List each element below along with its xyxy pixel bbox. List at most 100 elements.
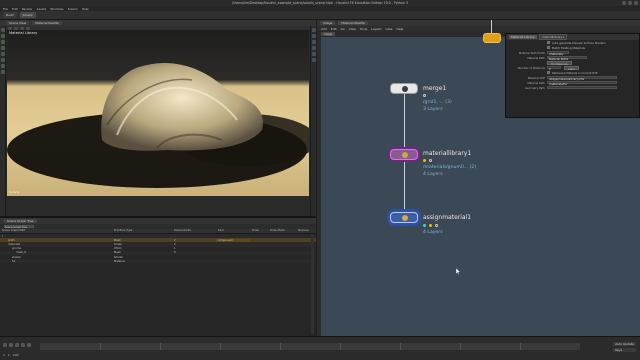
end-frame[interactable]: 240 bbox=[13, 353, 19, 357]
col-draw[interactable]: Draw bbox=[250, 229, 268, 233]
select-tool-icon[interactable] bbox=[1, 28, 5, 32]
lock-flag-icon[interactable] bbox=[435, 224, 438, 227]
shading-icon[interactable] bbox=[312, 34, 316, 38]
row-path: shader bbox=[12, 255, 21, 259]
param-node-type: Material Library bbox=[509, 35, 537, 39]
menu-file[interactable]: File bbox=[3, 7, 8, 11]
col-purpose[interactable]: Purpose bbox=[296, 229, 316, 233]
network-path-chip[interactable]: stage bbox=[321, 32, 336, 36]
net-menu-tools[interactable]: Tools bbox=[360, 27, 367, 31]
materiallibrary1-node[interactable] bbox=[390, 149, 418, 160]
timeline-track[interactable] bbox=[40, 343, 580, 350]
play-icon[interactable] bbox=[15, 343, 19, 347]
last-frame-icon[interactable] bbox=[27, 343, 31, 347]
tab-network-material-palette[interactable]: Material Palette bbox=[338, 21, 368, 25]
menu-edit[interactable]: Edit bbox=[12, 7, 18, 11]
tab-stage[interactable]: /stage bbox=[320, 21, 336, 25]
start-frame[interactable]: 1 bbox=[8, 353, 10, 357]
shelf-tab-solaris[interactable]: Solaris bbox=[19, 12, 36, 18]
net-menu-labs[interactable]: Labs bbox=[386, 27, 393, 31]
col-descendants[interactable]: Descendants bbox=[172, 229, 216, 233]
param-field[interactable]: /stage/materiallibrary1/fur bbox=[547, 75, 617, 81]
timeline-tick bbox=[520, 343, 521, 350]
col-path[interactable]: Scene Graph Path bbox=[0, 229, 112, 233]
param-checkbox[interactable] bbox=[547, 41, 550, 44]
net-menu-go[interactable]: Go bbox=[341, 27, 345, 31]
maximize-icon[interactable] bbox=[628, 1, 632, 5]
frame-icon[interactable] bbox=[312, 58, 316, 62]
param-field[interactable] bbox=[547, 85, 617, 90]
net-menu-view[interactable]: View bbox=[349, 27, 356, 31]
rotate-tool-icon[interactable] bbox=[1, 40, 5, 44]
timeline-tick bbox=[160, 343, 161, 350]
net-menu-add[interactable]: Add bbox=[321, 27, 327, 31]
template-flag-icon[interactable] bbox=[429, 224, 432, 227]
current-frame[interactable]: 1 bbox=[3, 353, 5, 357]
materiallibrary1-node-info: /materials/gnum0... (2) bbox=[423, 165, 477, 170]
display-icon[interactable] bbox=[312, 28, 316, 32]
clear-button[interactable]: Clear bbox=[564, 65, 580, 71]
param-field[interactable]: /materials/fur bbox=[547, 80, 617, 86]
net-menu-help[interactable]: Help bbox=[397, 27, 404, 31]
menu-assets[interactable]: Assets bbox=[37, 7, 47, 11]
background-icon[interactable] bbox=[312, 52, 316, 56]
param-node-name-field[interactable]: materiallibrary1 bbox=[538, 34, 568, 40]
bypass-flag-icon[interactable] bbox=[423, 159, 426, 162]
param-checkbox[interactable] bbox=[547, 71, 550, 74]
node-wire bbox=[404, 160, 405, 212]
tab-scene-graph-tree[interactable]: Scene Graph Tree bbox=[4, 219, 37, 223]
tab-scene-view[interactable]: Scene View bbox=[6, 21, 30, 25]
merge1-node[interactable] bbox=[390, 83, 418, 94]
move-tool-icon[interactable] bbox=[1, 34, 5, 38]
lighting-icon[interactable] bbox=[312, 40, 316, 44]
grid-icon[interactable] bbox=[312, 46, 316, 50]
menu-windows[interactable]: Windows bbox=[50, 7, 63, 11]
display-flag-icon[interactable] bbox=[423, 94, 426, 97]
param-checkbox[interactable] bbox=[547, 46, 550, 49]
display-flag-icon[interactable] bbox=[429, 159, 432, 162]
net-menu-layout[interactable]: Layout bbox=[371, 27, 381, 31]
row-desc: 2 bbox=[174, 238, 176, 242]
playback-controls bbox=[3, 343, 31, 347]
col-type[interactable]: Primitive Type bbox=[112, 229, 172, 233]
net-menu-edit[interactable]: Edit bbox=[331, 27, 337, 31]
pose-tool-icon[interactable] bbox=[1, 64, 5, 68]
scale-tool-icon[interactable] bbox=[1, 46, 5, 50]
col-kind[interactable]: Kind bbox=[216, 229, 250, 233]
tree-scrollbar[interactable] bbox=[311, 234, 314, 334]
mouse-cursor-icon bbox=[456, 268, 461, 275]
tree-row[interactable]: fur Material bbox=[0, 259, 316, 264]
row-type: Xform bbox=[114, 247, 122, 251]
menu-solaris[interactable]: Solaris bbox=[68, 7, 78, 11]
row-kind: component bbox=[216, 238, 250, 242]
snap-tool-icon[interactable] bbox=[1, 70, 5, 74]
keys-toggle[interactable]: Keys bbox=[613, 348, 636, 352]
col-draw-mode[interactable]: Draw Mode bbox=[268, 229, 296, 233]
top-node[interactable] bbox=[483, 33, 501, 43]
display-flag-icon[interactable] bbox=[423, 224, 426, 227]
param-label: Material Path Prefix bbox=[518, 50, 545, 55]
handle-tool-icon[interactable] bbox=[1, 52, 5, 56]
tab-material-palette[interactable]: Material Palette bbox=[32, 21, 62, 25]
tree-filter-field[interactable]: Scene Graph Tree bbox=[4, 225, 34, 229]
fill-materials-button[interactable]: Fill Materials bbox=[547, 60, 572, 66]
close-icon[interactable] bbox=[634, 1, 638, 5]
shelf-tab-build[interactable]: Build bbox=[3, 12, 17, 18]
param-field[interactable]: Material Path1 bbox=[547, 55, 587, 61]
view-tool-icon[interactable] bbox=[1, 58, 5, 62]
auto-update-toggle[interactable]: Auto Update bbox=[613, 342, 636, 346]
prev-frame-icon[interactable] bbox=[9, 343, 13, 347]
3d-viewport[interactable] bbox=[7, 30, 309, 196]
fur-render-image bbox=[7, 62, 309, 188]
menu-help[interactable]: Help bbox=[82, 7, 89, 11]
first-frame-icon[interactable] bbox=[3, 343, 7, 347]
assignmaterial1-node[interactable] bbox=[390, 212, 418, 223]
param-field[interactable]: 2 bbox=[547, 65, 561, 71]
param-field[interactable]: /materials/ bbox=[547, 50, 569, 56]
row-path: mesh_0 bbox=[16, 251, 27, 255]
minimize-icon[interactable] bbox=[622, 1, 626, 5]
menu-render[interactable]: Render bbox=[22, 7, 33, 11]
next-frame-icon[interactable] bbox=[21, 343, 25, 347]
timeline-tick bbox=[280, 343, 281, 350]
materiallibrary1-node-name: materiallibrary1 bbox=[423, 150, 472, 157]
